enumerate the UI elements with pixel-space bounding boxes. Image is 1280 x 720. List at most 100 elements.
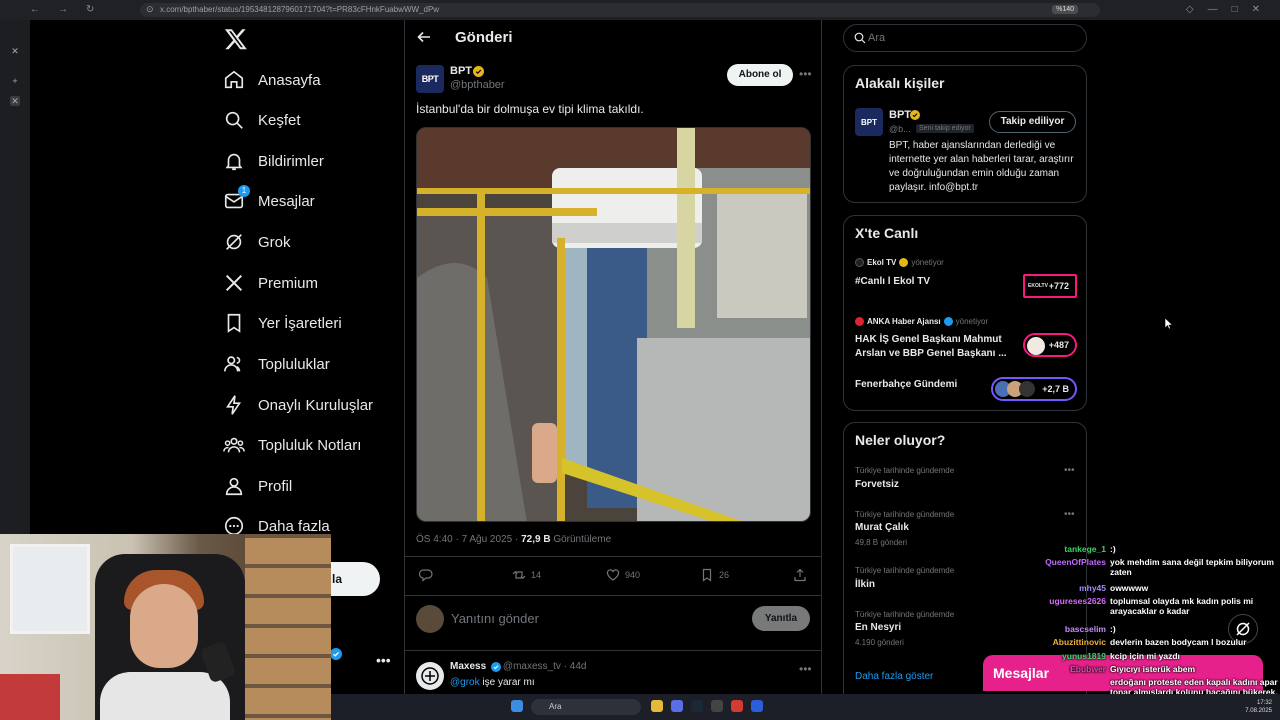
live-owner-2[interactable]: ANKA Haber Ajansı yönetiyor [855, 317, 988, 326]
author-handle[interactable]: @bpthaber [450, 79, 505, 91]
search-box[interactable] [843, 24, 1087, 52]
nav-item-8[interactable]: Topluluklar [222, 349, 330, 379]
chat-username[interactable]: QueenOfPlates [1045, 557, 1106, 567]
obs-icon[interactable] [711, 700, 723, 712]
nav-item-1[interactable]: Anasayfa [222, 65, 321, 95]
chat-username[interactable]: bascselim [1065, 624, 1106, 634]
subscribe-button[interactable]: Abone ol [727, 64, 793, 86]
comment-name[interactable]: Maxess [450, 661, 486, 672]
chat-username[interactable]: mhy45 [1079, 583, 1106, 593]
search-input[interactable] [868, 32, 1068, 44]
forward-icon[interactable]: → [58, 4, 68, 15]
nav-item-7[interactable]: Yer İşaretleri [222, 308, 342, 338]
my-avatar[interactable] [416, 605, 444, 633]
post-more-icon[interactable]: ••• [799, 67, 812, 81]
author-avatar[interactable]: BPT [416, 65, 444, 93]
reply-action[interactable] [419, 568, 438, 582]
chat-username[interactable]: ugureses2626 [1049, 596, 1106, 606]
add-tab-icon[interactable]: + [10, 76, 20, 86]
reload-icon[interactable]: ↻ [86, 4, 94, 15]
trend-4-category: Türkiye tarihinde gündemde [855, 610, 955, 619]
nav-item-2[interactable]: Keşfet [222, 105, 301, 135]
share-action[interactable] [793, 568, 807, 582]
chat-username[interactable]: Ebubwer [1070, 664, 1106, 674]
live-item-3-count-text: +2,7 B [1042, 384, 1069, 394]
verified-gold-icon [910, 110, 920, 120]
following-button[interactable]: Takip ediliyor [989, 111, 1076, 133]
zoom-badge[interactable]: %140 [1052, 5, 1078, 14]
tweet-text: İstanbul'da bir dolmuşa ev tipi klima ta… [416, 102, 644, 116]
live-item-1-count[interactable]: EKOLTV +772 [1023, 274, 1077, 298]
bookmark-icon [222, 311, 246, 335]
lock-icon: ⊙ [146, 4, 154, 14]
taskbar-search[interactable]: Ara [531, 699, 641, 715]
bookmark-action[interactable]: 26 [700, 568, 729, 582]
address-bar[interactable]: ⊙ x.com/bpthaber/status/1953481287960171… [140, 3, 1100, 17]
live-item-1-title[interactable]: #Canlı l Ekol TV [855, 275, 1015, 289]
taskbar-clock[interactable]: 17:32 7.08.2025 [1245, 699, 1272, 715]
back-arrow-icon[interactable] [417, 30, 431, 44]
live-item-2-title[interactable]: HAK İŞ Genel Başkanı Mahmut Arslan ve BB… [855, 333, 1015, 361]
tweet-time[interactable]: ÖS 4:40 · 7 Ağu 2025 · [416, 534, 521, 545]
file-explorer-icon[interactable] [651, 700, 663, 712]
back-icon[interactable]: ← [30, 4, 40, 15]
like-action[interactable]: 940 [606, 568, 640, 582]
x-logo-icon [222, 271, 246, 295]
live-item-3-count[interactable]: +2,7 B [991, 377, 1077, 401]
x-tab-icon[interactable]: ✕ [10, 46, 20, 56]
trend-1-more-icon[interactable]: ••• [1064, 465, 1075, 476]
trend-1-name[interactable]: Forvetsiz [855, 479, 899, 490]
maximize-icon[interactable]: □ [1232, 4, 1238, 15]
related-name[interactable]: BPT [889, 109, 911, 121]
close-icon[interactable]: ✕ [1252, 4, 1260, 15]
taskbar-time: 17:32 [1256, 700, 1272, 706]
comment-avatar[interactable] [416, 662, 444, 690]
chat-text: :) [1110, 544, 1116, 554]
comment-author[interactable]: Maxess @maxess_tv · 44d [450, 661, 586, 672]
nav-item-4[interactable]: 1 Mesajlar [222, 185, 315, 216]
live-owner-1[interactable]: Ekol TV yönetiyor [855, 258, 944, 267]
trend-4-name[interactable]: En Nesyri [855, 622, 901, 633]
divider [405, 650, 821, 651]
author-name[interactable]: BPT [450, 65, 472, 77]
comment-body: işe yarar mı [479, 677, 535, 688]
tweet-image[interactable] [416, 127, 811, 522]
repost-action[interactable]: 14 [512, 568, 541, 582]
app-icon[interactable] [751, 700, 763, 712]
steam-icon[interactable] [691, 700, 703, 712]
discord-icon[interactable] [671, 700, 683, 712]
reply-button[interactable]: Yanıtla [752, 606, 810, 631]
reply-input[interactable]: Yanıtını gönder [451, 611, 539, 626]
post-button[interactable]: la [330, 562, 380, 596]
extension-icon[interactable]: ◇ [1186, 4, 1194, 15]
start-icon[interactable] [511, 700, 523, 712]
nav-item-11[interactable]: Profil [222, 471, 292, 501]
trend-3-name[interactable]: İlkin [855, 579, 875, 590]
comment-mention[interactable]: @grok [450, 677, 480, 688]
chat-username[interactable]: yunus1819 [1062, 651, 1106, 661]
nav-item-10[interactable]: Topluluk Notları [222, 430, 361, 460]
chat-username[interactable]: Abuzittinovic [1053, 637, 1106, 647]
chrome-icon[interactable] [731, 700, 743, 712]
show-more-link[interactable]: Daha fazla göster [855, 671, 933, 682]
nav-item-5[interactable]: Grok [222, 227, 291, 257]
reply-icon [419, 569, 433, 582]
x-logo-icon[interactable] [224, 27, 248, 51]
minimize-icon[interactable]: — [1208, 4, 1218, 15]
url-text[interactable]: x.com/bpthaber/status/195348128796017170… [160, 5, 439, 14]
trend-2-more-icon[interactable]: ••• [1064, 509, 1075, 520]
comment-more-icon[interactable]: ••• [799, 662, 812, 676]
related-handle[interactable]: @b... [889, 124, 911, 134]
verified-badge-icon [491, 662, 501, 672]
chat-username[interactable]: tankege_1 [1064, 544, 1106, 554]
nav-item-9[interactable]: Onaylı Kuruluşlar [222, 390, 373, 420]
live-item-2-count[interactable]: +487 [1023, 333, 1077, 357]
related-avatar[interactable]: BPT [855, 108, 883, 136]
x-tab-active-icon[interactable]: ✕ [10, 96, 20, 106]
nav-item-6[interactable]: Premium [222, 268, 318, 298]
account-more-icon[interactable]: ••• [376, 652, 391, 668]
live-title: X'te Canlı [855, 225, 919, 241]
nav-item-3[interactable]: Bildirimler [222, 146, 324, 176]
comment-handle[interactable]: @maxess_tv · 44d [503, 661, 587, 672]
trend-2-name[interactable]: Murat Çalık [855, 522, 909, 533]
